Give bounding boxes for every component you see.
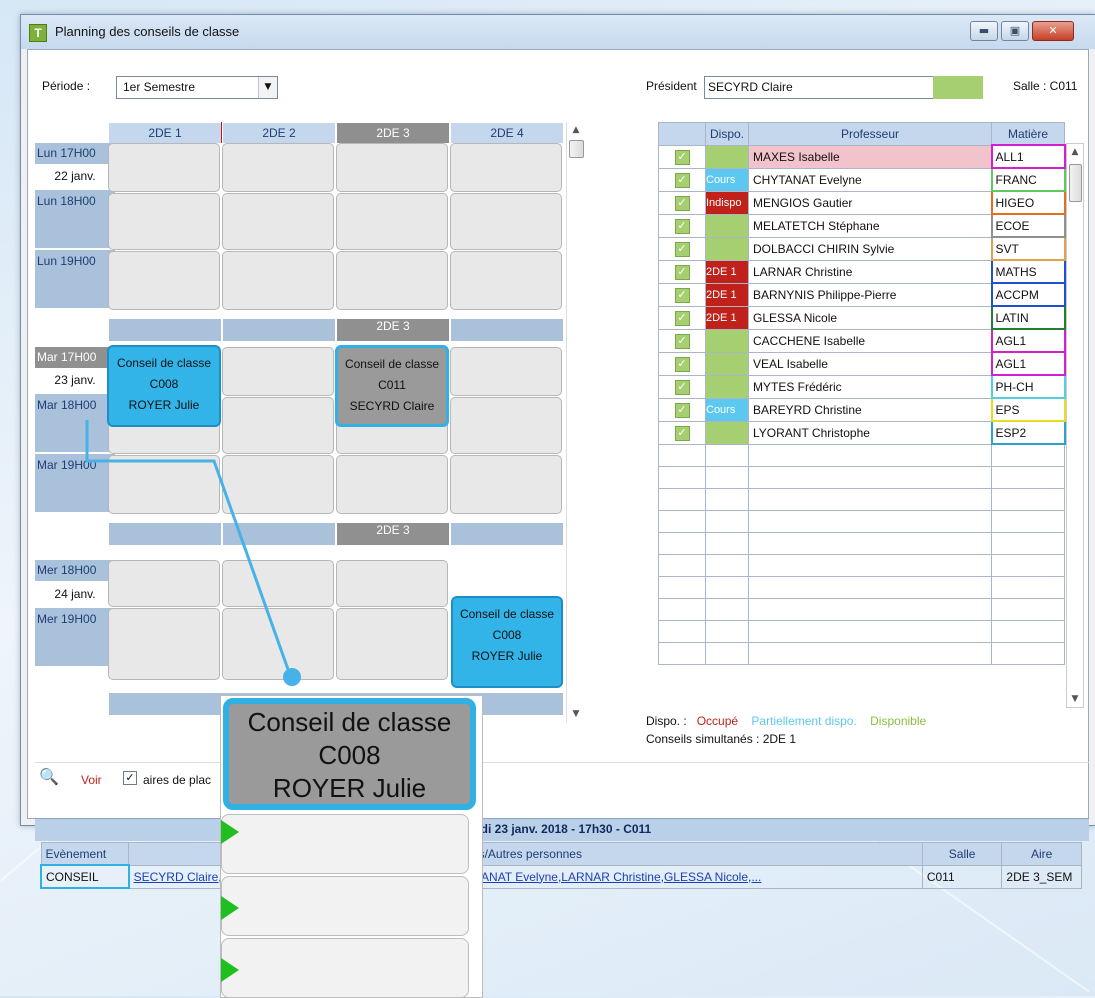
play-triangle-icon [221,820,239,844]
zoom-event-person: ROYER Julie [272,773,427,803]
callout-dot [283,668,301,686]
callout-line [85,420,292,676]
zoom-event-card: Conseil de classe C008 ROYER Julie [223,698,476,810]
zoom-inset: Conseil de classe C008 ROYER Julie [220,695,483,998]
zoom-cell [221,876,469,936]
zoom-cell [221,938,469,997]
zoom-cell [221,814,469,874]
zoom-event-title: Conseil de classe [247,707,452,737]
play-triangle-icon [221,896,239,920]
zoom-event-room: C008 [318,740,381,770]
play-triangle-icon [221,958,239,982]
callout-lines [85,420,301,686]
